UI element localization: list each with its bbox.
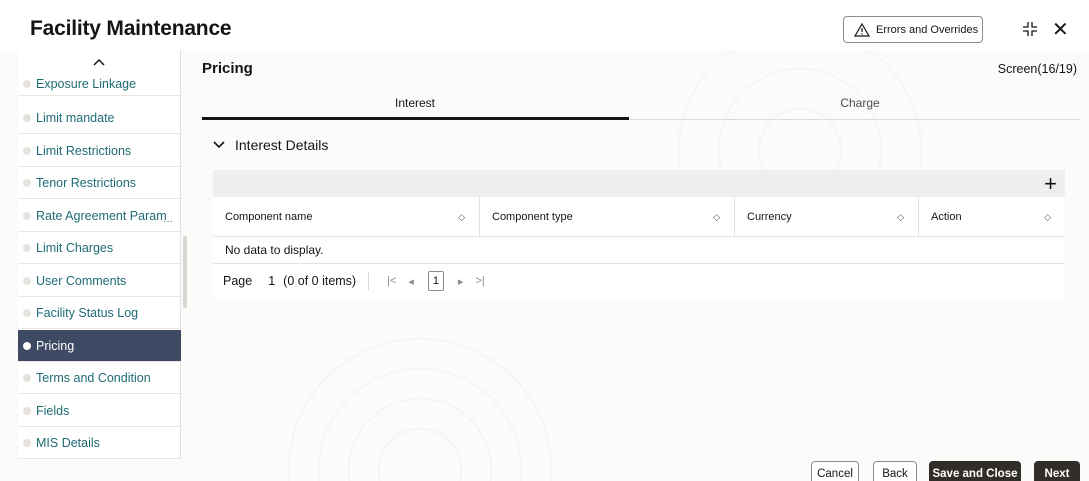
overflow-ellipsis-icon: … [163, 214, 173, 225]
sidebar-scrollbar[interactable] [183, 236, 187, 308]
sidebar-item-terms-and-condition[interactable]: Terms and Condition [18, 362, 181, 394]
column-header-component-type[interactable]: Component type ◇ [480, 197, 735, 237]
last-page-icon[interactable]: >| [475, 275, 484, 287]
sidebar-item-limit-mandate[interactable]: Limit mandate [18, 102, 181, 134]
column-header-action[interactable]: Action ◇ [919, 197, 1065, 237]
bullet-icon [23, 146, 31, 155]
sidebar-item-fields[interactable]: Fields [18, 395, 181, 427]
sidebar-item-mis-details[interactable]: MIS Details [18, 427, 181, 459]
tab-charge[interactable]: Charge [650, 96, 1070, 110]
bullet-icon [23, 341, 31, 350]
screen-counter: Screen(16/19) [997, 62, 1077, 76]
pagination: Page 1 (0 of 0 items) |< ◂ 1 ▸ >| [213, 264, 1065, 298]
prev-page-icon[interactable]: ◂ [408, 275, 414, 288]
items-count: (0 of 0 items) [283, 274, 357, 288]
sidebar: Exposure Linkage Limit mandate Limit Res… [18, 50, 181, 460]
sidebar-item-exposure-linkage[interactable]: Exposure Linkage [18, 72, 181, 96]
sidebar-item-rate-agreement-param[interactable]: Rate Agreement Param… [18, 200, 181, 232]
first-page-icon[interactable]: |< [387, 275, 396, 287]
sort-icon[interactable]: ◇ [458, 212, 465, 223]
bullet-icon [23, 243, 31, 252]
bullet-icon [23, 211, 31, 220]
warning-icon [854, 22, 870, 37]
bullet-icon [23, 406, 31, 415]
sort-icon[interactable]: ◇ [897, 212, 904, 223]
sort-icon[interactable]: ◇ [713, 212, 720, 223]
section-page-title: Pricing [202, 60, 253, 77]
restore-window-icon[interactable] [1020, 19, 1040, 39]
next-page-icon[interactable]: ▸ [458, 275, 464, 288]
active-tab-indicator [202, 117, 629, 120]
errors-and-overrides-button[interactable]: Errors and Overrides [843, 16, 983, 43]
save-and-close-button[interactable]: Save and Close [929, 461, 1021, 481]
bullet-icon [23, 113, 31, 122]
bullet-icon [23, 79, 31, 88]
table-header: Component name ◇ Component type ◇ Currency… [213, 197, 1065, 237]
bullet-icon [23, 308, 31, 317]
sidebar-item-facility-status-log[interactable]: Facility Status Log [18, 297, 181, 329]
bullet-icon [23, 438, 31, 447]
errors-and-overrides-label: Errors and Overrides [876, 23, 979, 36]
page-header: Facility Maintenance Errors and Override… [0, 0, 1089, 50]
add-row-icon[interactable]: + [1044, 170, 1057, 197]
table-toolbar: + [213, 170, 1065, 197]
sidebar-item-limit-charges[interactable]: Limit Charges [18, 232, 181, 264]
sidebar-item-limit-restrictions[interactable]: Limit Restrictions [18, 135, 181, 167]
page-title: Facility Maintenance [30, 17, 232, 40]
current-page-button[interactable]: 1 [427, 271, 444, 291]
chevron-down-icon [213, 141, 225, 149]
sort-icon[interactable]: ◇ [1044, 212, 1051, 223]
section-title: Interest Details [235, 137, 329, 153]
tab-interest[interactable]: Interest [202, 96, 628, 110]
sidebar-item-tenor-restrictions[interactable]: Tenor Restrictions [18, 167, 181, 199]
back-button[interactable]: Back [873, 461, 917, 481]
bullet-icon [23, 178, 31, 187]
bullet-icon [23, 276, 31, 285]
next-button[interactable]: Next [1034, 461, 1080, 481]
column-header-currency[interactable]: Currency ◇ [735, 197, 919, 237]
pager-divider [368, 272, 370, 290]
sidebar-scroll-up-icon[interactable] [18, 50, 180, 74]
column-header-component-name[interactable]: Component name ◇ [213, 197, 480, 237]
sidebar-item-user-comments[interactable]: User Comments [18, 265, 181, 297]
tab-divider [629, 119, 1080, 120]
close-icon[interactable]: ✕ [1052, 17, 1069, 42]
page-label: Page [223, 274, 253, 288]
page-input[interactable]: 1 [268, 274, 275, 288]
empty-table-message: No data to display. [213, 237, 1065, 264]
sidebar-item-pricing[interactable]: Pricing [18, 330, 181, 362]
bullet-icon [23, 373, 31, 382]
interest-details-toggle[interactable]: Interest Details [213, 137, 328, 153]
cancel-button[interactable]: Cancel [811, 461, 859, 481]
